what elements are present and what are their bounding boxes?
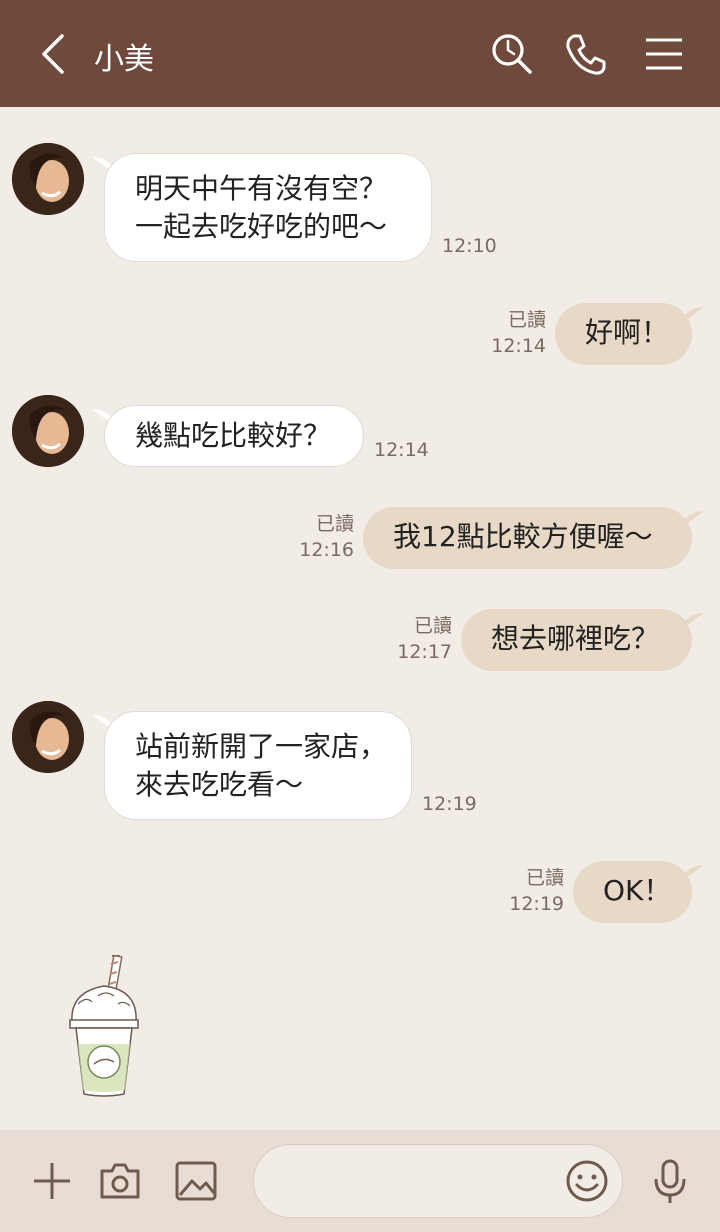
input-bar [0,1130,720,1232]
message-bubble-outgoing[interactable]: 我12點比較方便喔～ [363,507,692,569]
chat-area[interactable]: 明天中午有沒有空？ 一起去吃好吃的吧～ 12:10 已讀 12:14 好啊！ 幾… [0,107,720,1130]
message-bubble-incoming[interactable]: 明天中午有沒有空？ 一起去吃好吃的吧～ [104,153,432,262]
message-time: 12:14 [374,439,429,461]
chat-title: 小美 [94,42,154,77]
message-time: 12:16 [299,539,354,561]
phone-icon[interactable] [562,30,610,78]
message-time: 12:17 [397,641,452,663]
bubble-tail [682,511,704,527]
chevron-left-icon[interactable] [34,30,74,78]
hamburger-menu-icon[interactable] [640,30,688,78]
read-receipt: 已讀 [507,309,546,331]
message-time: 12:14 [491,335,546,357]
read-receipt: 已讀 [525,867,564,889]
image-icon[interactable] [172,1157,220,1205]
message-bubble-incoming[interactable]: 幾點吃比較好？ [104,405,364,467]
plus-icon[interactable] [28,1157,76,1205]
message-time: 12:19 [509,893,564,915]
read-receipt: 已讀 [315,513,354,535]
message-bubble-outgoing[interactable]: 好啊！ [555,303,692,365]
message-time: 12:10 [442,235,497,257]
message-meta: 已讀 12:14 [486,307,546,359]
bubble-tail [682,613,704,629]
message-meta: 已讀 12:17 [392,613,452,665]
chat-header: 小美 [0,0,720,107]
message-bubble-outgoing[interactable]: 想去哪裡吃？ [461,609,692,671]
bubble-tail [682,307,704,323]
camera-icon[interactable] [96,1157,144,1205]
avatar[interactable] [12,395,84,467]
message-time: 12:19 [422,793,477,815]
bubble-tail [682,865,704,881]
avatar[interactable] [12,143,84,215]
matcha-frappe-sticker[interactable] [62,952,146,1102]
emoji-icon[interactable] [563,1157,611,1205]
message-meta: 已讀 12:19 [504,865,564,917]
read-receipt: 已讀 [413,615,452,637]
avatar[interactable] [12,701,84,773]
message-bubble-incoming[interactable]: 站前新開了一家店， 來去吃吃看～ [104,711,412,820]
microphone-icon[interactable] [646,1157,694,1205]
search-icon[interactable] [488,30,536,78]
message-meta: 已讀 12:16 [294,511,354,563]
message-bubble-outgoing[interactable]: OK！ [573,861,692,923]
